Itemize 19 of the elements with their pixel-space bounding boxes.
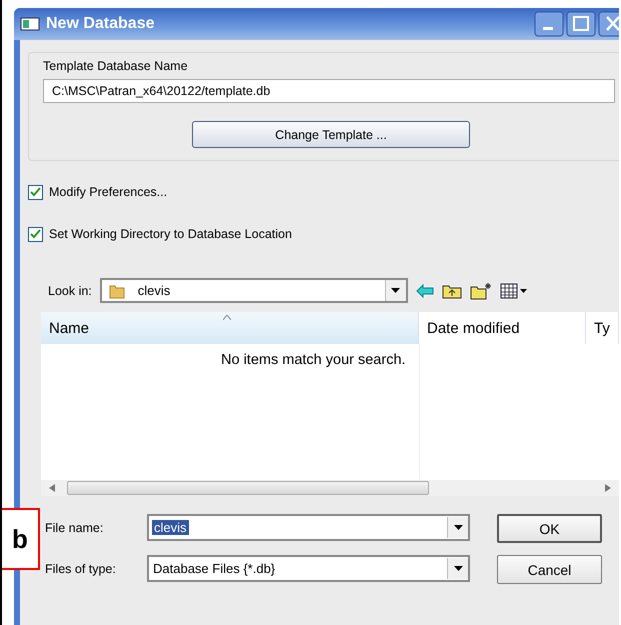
ok-button[interactable]: OK [497, 514, 602, 543]
column-header[interactable]: Date modified [419, 312, 586, 344]
look-in-dropdown[interactable]: clevis [100, 278, 408, 303]
option-label: Set Working Directory to Database Location [49, 227, 292, 241]
template-path-field[interactable]: C:\MSC\Patran_x64\20122/template.db [43, 79, 615, 103]
panel-label: b [2, 508, 40, 570]
file-type-label: Files of type: [45, 562, 117, 576]
file-name-field[interactable]: clevis [147, 514, 470, 541]
column-header[interactable]: Name [41, 312, 419, 344]
file-name-label: File name: [45, 520, 104, 534]
change-template-button[interactable]: Change Template ... [192, 121, 470, 148]
window-title: New Database [46, 15, 156, 33]
file-type-dropdown[interactable]: Database Files {*.db} [147, 555, 470, 582]
option-label: Modify Preferences... [49, 185, 168, 199]
column-header[interactable]: Ty [586, 312, 619, 344]
look-in-label: Look in: [48, 284, 92, 298]
empty-message: No items match your search. [221, 352, 406, 368]
cancel-button[interactable]: Cancel [497, 555, 602, 584]
template-label: Template Database Name [43, 59, 188, 73]
